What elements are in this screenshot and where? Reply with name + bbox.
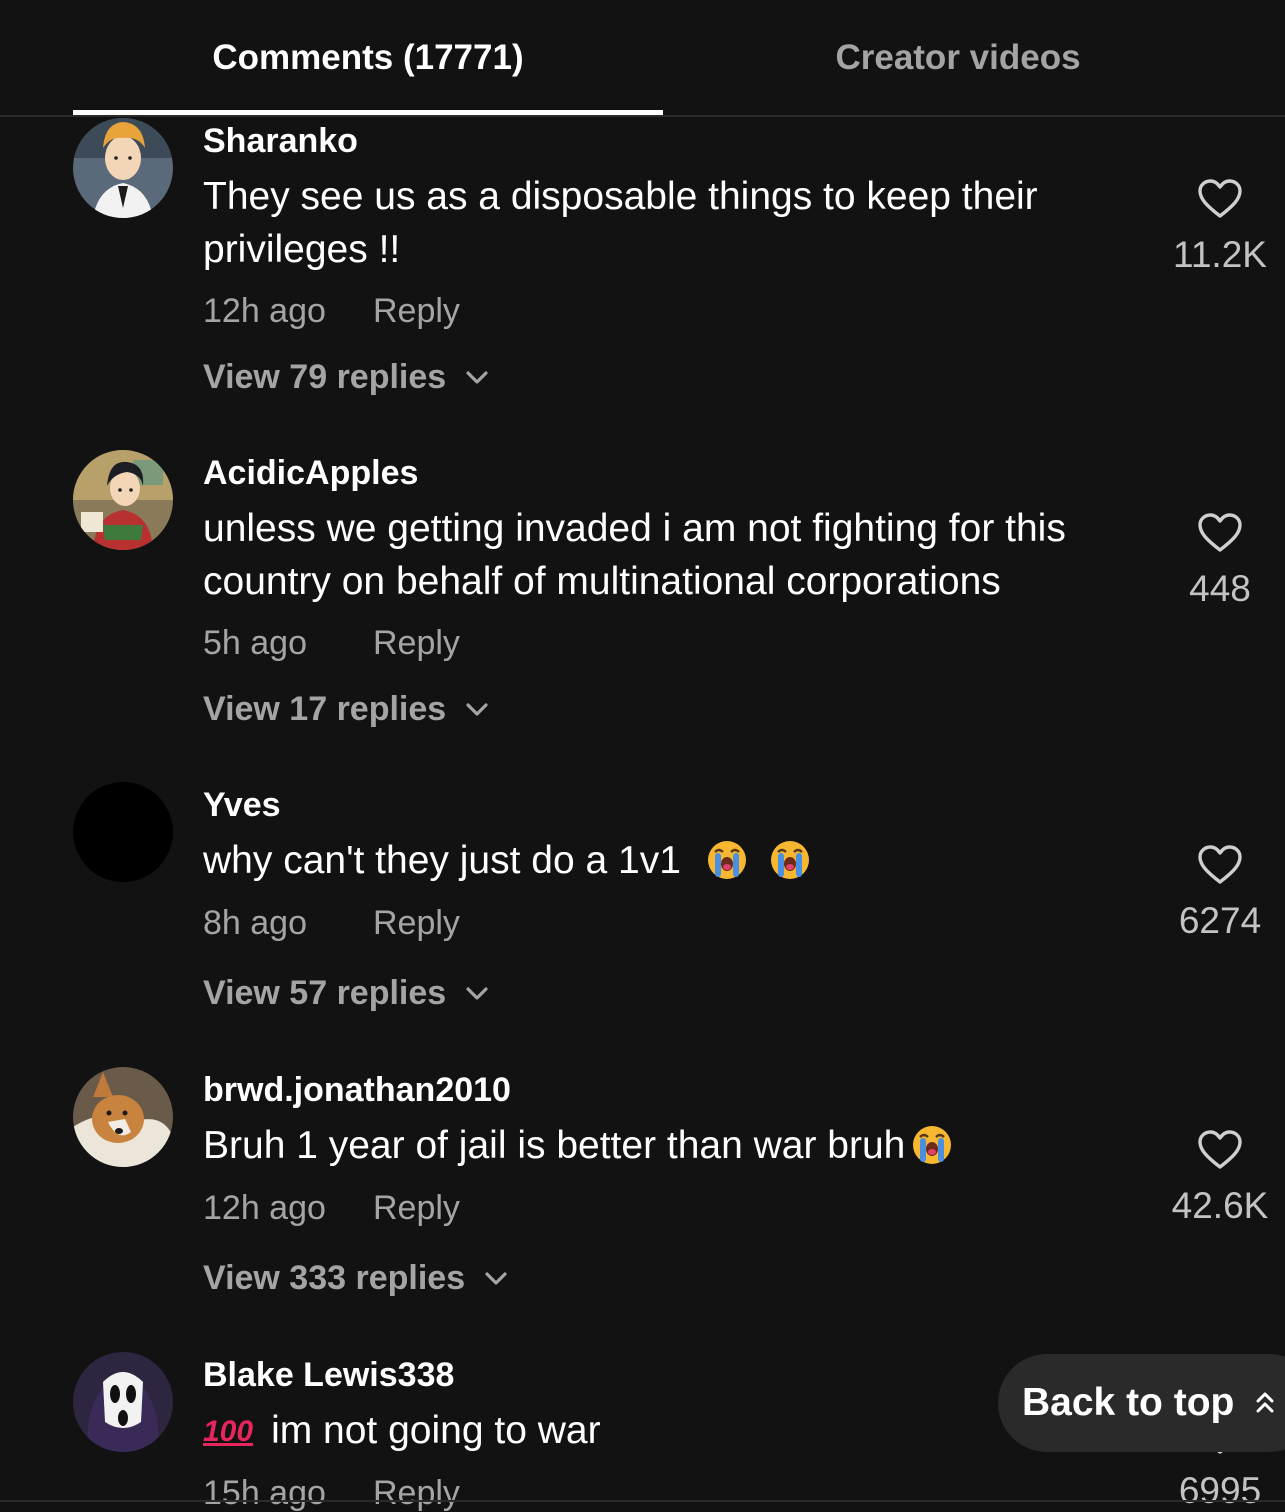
heart-outline-icon (1198, 179, 1242, 218)
avatar[interactable] (73, 1067, 173, 1167)
tab-creator-videos[interactable]: Creator videos (663, 0, 1253, 115)
comment-username[interactable]: AcidicApples (203, 454, 418, 493)
view-replies-label: View 57 replies (203, 974, 447, 1012)
chevron-down-icon (466, 370, 488, 384)
view-replies-button[interactable]: View 333 replies (203, 1259, 509, 1298)
reply-button[interactable]: Reply (373, 1189, 460, 1228)
view-replies-label: View 333 replies (203, 1259, 466, 1297)
loudly-crying-face-icon (770, 841, 809, 879)
active-tab-indicator (73, 110, 663, 115)
comment-timestamp: 12h ago (203, 1189, 326, 1227)
view-replies-label: View 79 replies (203, 358, 447, 396)
avatar[interactable] (73, 1352, 173, 1452)
reply-button[interactable]: Reply (373, 624, 460, 663)
view-replies-button[interactable]: View 79 replies (203, 358, 490, 397)
avatar[interactable] (73, 450, 173, 550)
view-replies-label: View 17 replies (203, 690, 447, 728)
comment-text: unless we getting invaded i am not fight… (203, 507, 1066, 603)
like-button[interactable]: 11.2K (1160, 178, 1280, 276)
like-button[interactable]: 42.6K (1160, 1129, 1280, 1227)
comment-timestamp: 15h ago (203, 1474, 326, 1512)
like-count: 11.2K (1173, 234, 1267, 275)
like-count: 6274 (1178, 900, 1262, 941)
heart-outline-icon (1198, 845, 1242, 884)
loudly-crying-face-icon (707, 841, 746, 879)
comment-text: They see us as a disposable things to ke… (203, 175, 1038, 271)
heart-outline-icon (1198, 1130, 1242, 1169)
back-to-top-label: Back to top (1022, 1381, 1235, 1424)
view-replies-button[interactable]: View 57 replies (203, 974, 490, 1013)
tab-bar: Comments (17771) Creator videos (0, 0, 1285, 117)
tab-comments[interactable]: Comments (17771) (73, 0, 663, 115)
comment-username[interactable]: Sharanko (203, 122, 358, 161)
bottom-divider (0, 1500, 1285, 1502)
comment-username[interactable]: Yves (203, 786, 281, 825)
double-chevron-up-icon (1256, 1392, 1274, 1413)
like-button[interactable]: 6274 (1160, 844, 1280, 942)
chevron-down-icon (485, 1271, 507, 1285)
comments-panel: Comments (17771) Creator videos Sharanko… (0, 0, 1285, 1512)
avatar[interactable] (73, 782, 173, 882)
avatar[interactable] (73, 118, 173, 218)
reply-button[interactable]: Reply (373, 292, 460, 331)
heart-outline-icon (1198, 513, 1242, 552)
comment-timestamp: 8h ago (203, 904, 307, 942)
hundred-points-icon: 100 (203, 1415, 254, 1448)
comment-text: why can't they just do a 1v1 (203, 834, 1163, 887)
reply-button[interactable]: Reply (373, 1474, 460, 1512)
like-count: 6995 (1178, 1470, 1262, 1511)
comment-text: Bruh 1 year of jail is better than war b… (203, 1119, 1163, 1172)
reply-button[interactable]: Reply (373, 904, 460, 943)
back-to-top-button[interactable]: Back to top (998, 1354, 1285, 1452)
comment-username[interactable]: brwd.jonathan2010 (203, 1071, 511, 1110)
like-button[interactable]: 448 (1160, 512, 1280, 610)
like-count: 42.6K (1171, 1185, 1269, 1226)
loudly-crying-face-icon (913, 1126, 952, 1164)
chevron-down-icon (466, 986, 488, 1000)
view-replies-button[interactable]: View 17 replies (203, 690, 490, 729)
comment-username[interactable]: Blake Lewis338 (203, 1356, 454, 1395)
comment-timestamp: 12h ago (203, 292, 326, 330)
like-count: 448 (1189, 568, 1251, 609)
comment-timestamp: 5h ago (203, 624, 307, 662)
chevron-down-icon (466, 702, 488, 716)
